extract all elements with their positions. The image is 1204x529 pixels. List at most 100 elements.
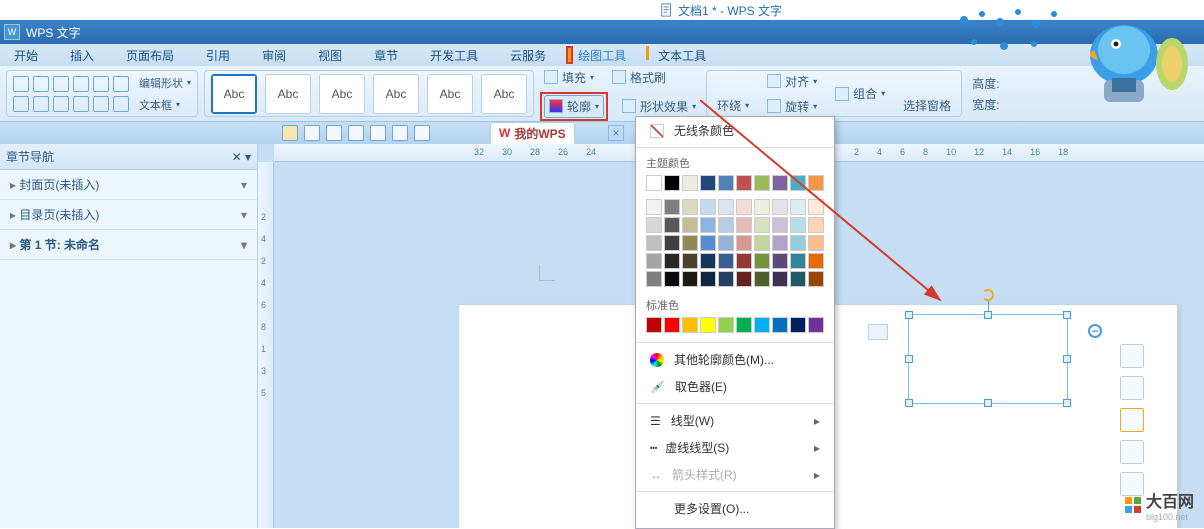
color-swatch[interactable] [682, 217, 698, 233]
side-tool-3[interactable] [1120, 408, 1144, 432]
shape-paste-options-icon[interactable] [868, 324, 888, 340]
menu-cloud[interactable]: 云服务 [506, 45, 550, 66]
app-name: WPS 文字 [26, 24, 81, 41]
arrow-icon: ↔ [650, 468, 662, 482]
menu-reference[interactable]: 引用 [202, 45, 234, 66]
sidebar: 章节导航 ✕ ▾ ▸ 封面页(未插入)▾ ▸ 目录页(未插入)▾ ▸ 第 1 节… [0, 144, 258, 528]
text-box-button[interactable]: 文本框▾ [135, 97, 191, 113]
style-preset-5[interactable]: Abc [427, 74, 473, 114]
rotation-handle[interactable] [982, 289, 994, 301]
shape-collapse-icon[interactable]: − [1088, 324, 1102, 338]
color-wheel-icon [650, 353, 664, 367]
outline-button[interactable]: 轮廓▾ [544, 95, 604, 118]
menu-review[interactable]: 审阅 [258, 45, 290, 66]
resize-handle[interactable] [905, 355, 913, 363]
menu-page-layout[interactable]: 页面布局 [122, 45, 178, 66]
qat-undo-icon[interactable] [392, 125, 408, 141]
menu-insert[interactable]: 插入 [66, 45, 98, 66]
align-icon [767, 74, 781, 88]
menu-chapter[interactable]: 章节 [370, 45, 402, 66]
qat-preview-icon[interactable] [370, 125, 386, 141]
menu-start[interactable]: 开始 [10, 45, 42, 66]
more-settings-option[interactable]: 更多设置(O)... [636, 495, 834, 522]
line-style-option[interactable]: ☰ 线型(W) ▸ [636, 407, 834, 434]
my-wps-tab[interactable]: W 我的WPS [490, 122, 575, 145]
sidebar-close-icon[interactable]: ✕ ▾ [232, 150, 251, 164]
side-tool-1[interactable] [1120, 344, 1144, 368]
margin-mark-tl [539, 265, 555, 281]
style-preset-6[interactable]: Abc [481, 74, 527, 114]
color-swatch[interactable] [682, 253, 698, 269]
color-swatch[interactable] [682, 271, 698, 287]
qat-print-icon[interactable] [348, 125, 364, 141]
menu-dev-tools[interactable]: 开发工具 [426, 45, 482, 66]
quick-access-bar: W 我的WPS × [0, 122, 1204, 144]
color-swatch[interactable] [682, 317, 698, 333]
format-painter-button[interactable]: 格式刷 [608, 67, 670, 88]
color-swatch[interactable] [664, 235, 680, 251]
shape-effect-icon [622, 99, 636, 113]
style-preset-3[interactable]: Abc [319, 74, 365, 114]
color-swatch[interactable] [646, 253, 662, 269]
arrow-style-option[interactable]: ↔ 箭头样式(R) ▸ [636, 461, 834, 488]
fill-button[interactable]: 填充▾ [540, 67, 598, 88]
color-swatch[interactable] [646, 271, 662, 287]
ribbon: 编辑形状▾ 文本框▾ Abc Abc Abc Abc Abc Abc 填充▾ 格… [0, 66, 1204, 122]
color-swatch[interactable] [646, 235, 662, 251]
style-preset-2[interactable]: Abc [265, 74, 311, 114]
ruler-vertical[interactable]: 242468135 [258, 162, 274, 528]
edit-shape-label: 编辑形状 [139, 75, 183, 91]
eyedropper-option[interactable]: 💉 取色器(E) [636, 373, 834, 400]
paint-bucket-icon [544, 70, 558, 84]
more-outline-colors-option[interactable]: 其他轮廓颜色(M)... [636, 346, 834, 373]
doc-tab-close-icon[interactable]: × [608, 125, 624, 141]
line-gallery[interactable] [13, 76, 129, 112]
qat-new-icon[interactable] [304, 125, 320, 141]
style-preset-4[interactable]: Abc [373, 74, 419, 114]
qat-open-icon[interactable] [282, 125, 298, 141]
resize-handle[interactable] [1063, 399, 1071, 407]
color-swatch[interactable] [646, 217, 662, 233]
eyedropper-icon: 💉 [650, 380, 665, 394]
color-swatch[interactable] [664, 317, 680, 333]
resize-handle[interactable] [984, 311, 992, 319]
color-swatch[interactable] [664, 253, 680, 269]
annotation-arrow [700, 100, 960, 320]
resize-handle[interactable] [1063, 311, 1071, 319]
dash-icon: ┅ [650, 441, 655, 455]
edit-shape-button[interactable]: 编辑形状▾ [135, 75, 191, 91]
color-swatch[interactable] [664, 217, 680, 233]
title-bar: 文档1 * - WPS 文字 [0, 0, 1204, 20]
color-swatch[interactable] [682, 199, 698, 215]
color-swatch[interactable] [682, 235, 698, 251]
watermark-domain: big100.net [1146, 512, 1194, 522]
color-swatch[interactable] [664, 199, 680, 215]
qat-redo-icon[interactable] [414, 125, 430, 141]
color-swatch[interactable] [664, 175, 680, 191]
watermark-brand: 大百网 [1146, 488, 1194, 512]
align-button[interactable]: 对齐▾ [763, 71, 821, 92]
sidebar-item-section1[interactable]: ▸ 第 1 节: 未命名▾ [0, 230, 257, 260]
qat-save-icon[interactable] [326, 125, 342, 141]
color-swatch[interactable] [664, 271, 680, 287]
style-preset-1[interactable]: Abc [211, 74, 257, 114]
color-swatch[interactable] [646, 317, 662, 333]
resize-handle[interactable] [984, 399, 992, 407]
resize-handle[interactable] [1063, 355, 1071, 363]
menu-drawing-tools[interactable]: 绘图工具 [574, 45, 630, 66]
menu-text-tools[interactable]: 文本工具 [654, 45, 710, 66]
color-swatch[interactable] [646, 199, 662, 215]
ribbon-style-gallery: Abc Abc Abc Abc Abc Abc [204, 70, 534, 117]
side-tool-4[interactable] [1120, 440, 1144, 464]
resize-handle[interactable] [905, 399, 913, 407]
side-tool-2[interactable] [1120, 376, 1144, 400]
color-swatch[interactable] [646, 175, 662, 191]
sidebar-item-cover[interactable]: ▸ 封面页(未插入)▾ [0, 170, 257, 200]
text-box-label: 文本框 [139, 97, 172, 113]
sidebar-item-toc[interactable]: ▸ 目录页(未插入)▾ [0, 200, 257, 230]
dash-style-option[interactable]: ┅ 虚线线型(S) ▸ [636, 434, 834, 461]
sidebar-header: 章节导航 ✕ ▾ [0, 144, 257, 170]
selected-rectangle-shape[interactable] [908, 314, 1068, 404]
color-swatch[interactable] [682, 175, 698, 191]
menu-view[interactable]: 视图 [314, 45, 346, 66]
